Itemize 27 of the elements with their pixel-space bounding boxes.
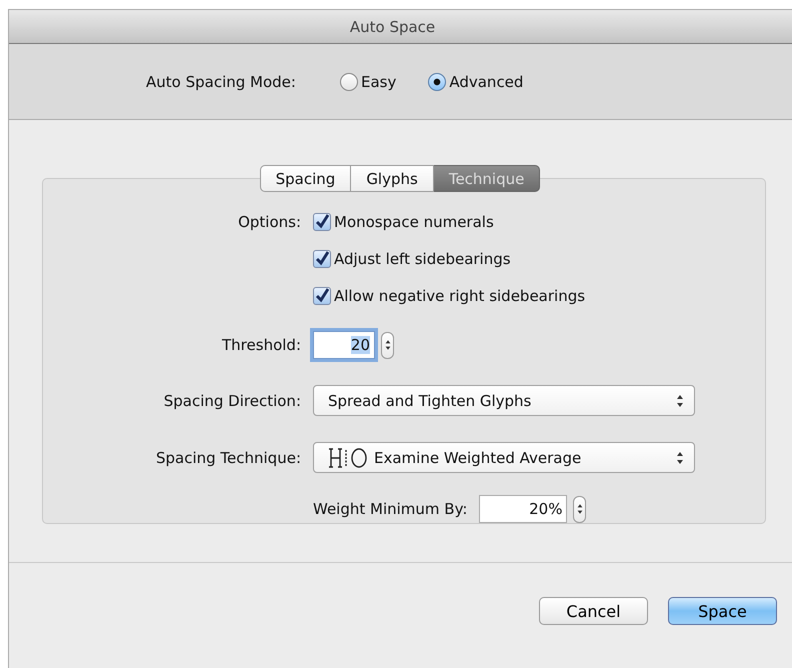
dialog-button[interactable]: Space bbox=[668, 597, 777, 625]
options-label: Options: bbox=[237, 213, 301, 231]
tab[interactable]: Glyphs bbox=[351, 165, 434, 192]
technique-label: Spacing Technique: bbox=[154, 448, 301, 466]
number-field[interactable]: 20 bbox=[313, 331, 375, 359]
mode-label: Auto Spacing Mode: bbox=[146, 72, 296, 90]
weight-label: Weight Minimum By: bbox=[313, 500, 468, 518]
tab[interactable]: Spacing bbox=[260, 165, 352, 192]
direction-label: Spacing Direction: bbox=[162, 392, 301, 410]
radio-label: Easy bbox=[360, 72, 396, 90]
checkbox[interactable]: Monospace numerals bbox=[313, 213, 765, 231]
radio-button[interactable]: Advanced bbox=[428, 72, 524, 90]
checkbox[interactable]: Adjust left sidebearings bbox=[313, 250, 765, 268]
popup-button[interactable]: Examine Weighted Average bbox=[313, 442, 695, 473]
radio-label: Advanced bbox=[449, 72, 524, 90]
popup-value: Spread and Tighten Glyphs bbox=[328, 392, 532, 410]
checkbox-label: Monospace numerals bbox=[334, 213, 494, 231]
threshold-label: Threshold: bbox=[221, 336, 301, 354]
popup-value: Examine Weighted Average bbox=[374, 448, 582, 466]
dialog-button[interactable]: Cancel bbox=[539, 597, 648, 625]
number-field[interactable]: 20% bbox=[479, 495, 568, 523]
popup-button[interactable]: Spread and Tighten Glyphs bbox=[313, 385, 695, 416]
checkbox-label: Allow negative right sidebearings bbox=[334, 287, 586, 305]
checkbox[interactable]: Allow negative right sidebearings bbox=[313, 287, 765, 305]
radio-button[interactable]: Easy bbox=[340, 72, 396, 90]
window-title: Auto Space bbox=[350, 18, 436, 36]
checkbox-label: Adjust left sidebearings bbox=[334, 250, 511, 268]
